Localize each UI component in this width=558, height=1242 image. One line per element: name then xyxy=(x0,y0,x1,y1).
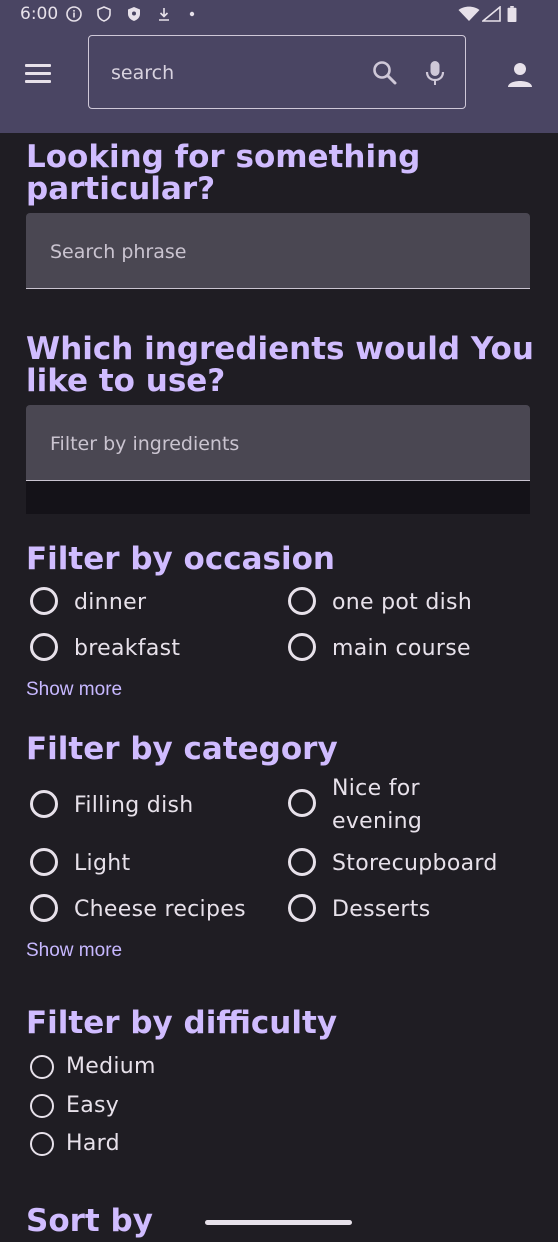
radio-button[interactable] xyxy=(30,1094,54,1118)
home-gesture-bar[interactable] xyxy=(205,1220,352,1225)
search-phrase-field xyxy=(26,213,530,289)
category-heading: Filter by category xyxy=(26,731,338,767)
status-bar: 6:00 xyxy=(0,0,558,28)
radio-button[interactable] xyxy=(288,894,316,922)
occasion-show-more-link[interactable]: Show more xyxy=(26,679,122,701)
difficulty-heading: Filter by difficulty xyxy=(26,1005,338,1041)
app-search-input[interactable] xyxy=(109,58,353,88)
search-icon[interactable] xyxy=(371,59,399,87)
radio-button[interactable] xyxy=(30,894,58,922)
dot-icon xyxy=(189,11,195,17)
filter-content: Looking for something particular? Which … xyxy=(0,133,558,1242)
ingredients-suggestions-area xyxy=(26,481,530,514)
ingredients-heading: Which ingredients would You like to use? xyxy=(26,331,534,399)
battery-icon xyxy=(507,6,517,22)
radio-button[interactable] xyxy=(288,848,316,876)
status-time: 6:00 xyxy=(20,4,59,24)
sort-heading: Sort by xyxy=(26,1203,153,1239)
signal-icon xyxy=(482,6,501,22)
radio-button[interactable] xyxy=(30,1132,54,1156)
category-show-more-link[interactable]: Show more xyxy=(26,940,122,962)
account-icon[interactable] xyxy=(507,62,533,88)
download-icon xyxy=(159,8,169,21)
search-phrase-input[interactable] xyxy=(48,237,492,267)
radio-button[interactable] xyxy=(30,633,58,661)
radio-button[interactable] xyxy=(288,587,316,615)
info-icon xyxy=(66,6,82,22)
search-heading: Looking for something particular? xyxy=(26,139,421,207)
shield-icon xyxy=(97,6,111,22)
ingredients-input[interactable] xyxy=(48,429,492,459)
shield-filled-icon xyxy=(128,7,140,21)
wifi-icon xyxy=(458,6,480,21)
ingredients-field xyxy=(26,405,530,481)
occasion-heading: Filter by occasion xyxy=(26,541,335,577)
microphone-icon[interactable] xyxy=(421,59,449,87)
radio-button[interactable] xyxy=(288,789,316,817)
app-bar xyxy=(0,28,558,133)
app-search-box xyxy=(88,35,466,109)
radio-button[interactable] xyxy=(30,790,58,818)
radio-button[interactable] xyxy=(30,848,58,876)
radio-button[interactable] xyxy=(30,1055,54,1079)
radio-button[interactable] xyxy=(288,633,316,661)
radio-button[interactable] xyxy=(30,587,58,615)
menu-icon[interactable] xyxy=(25,64,51,84)
